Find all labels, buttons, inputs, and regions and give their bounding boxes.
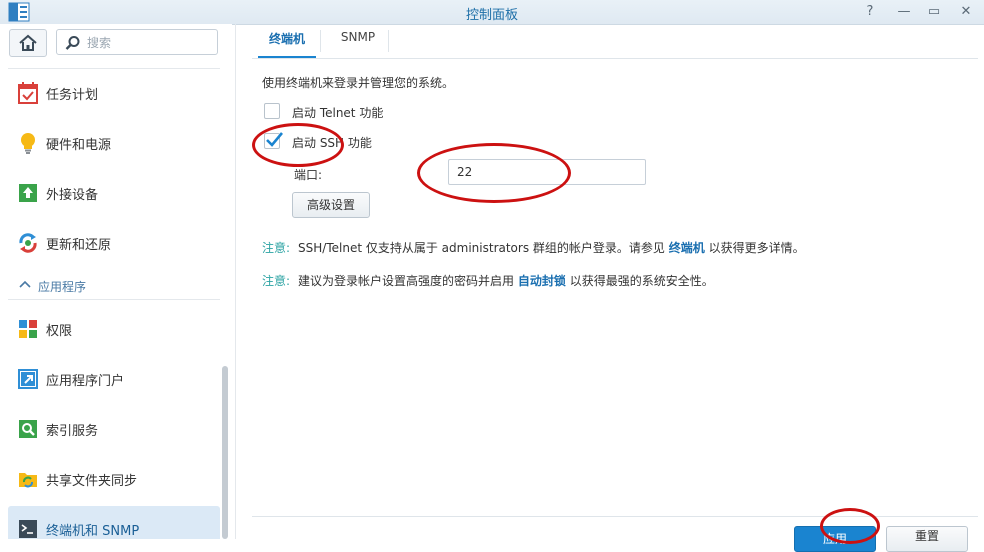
sidebar-item-label: 任务计划 <box>46 88 99 103</box>
main-content: 使用终端机来登录并管理您的系统。 启动 Telnet 功能 启动 SSH 功能 … <box>252 58 978 538</box>
note-tail: 以获得更多详情。 <box>708 241 805 255</box>
sidebar-item-label: 硬件和电源 <box>46 138 112 153</box>
tab-terminal[interactable]: 终端机 <box>258 30 316 58</box>
sidebar-scrollbar-thumb[interactable] <box>222 366 228 539</box>
sidebar-item-label: 应用程序门户 <box>46 374 125 389</box>
note-text: 建议为登录帐户设置高强度的密码并启用 <box>298 274 515 288</box>
app-portal-icon <box>18 369 38 389</box>
sidebar-item-terminal-snmp[interactable]: 终端机和 SNMP <box>8 506 220 539</box>
checkmark-icon <box>266 132 283 147</box>
maximize-button[interactable]: ▭ <box>924 2 944 22</box>
sidebar-divider <box>8 68 220 69</box>
tab-snmp[interactable]: SNMP <box>328 30 388 52</box>
ssh-checkbox[interactable] <box>264 132 283 149</box>
search-icon <box>65 36 80 50</box>
terminal-icon <box>19 520 37 538</box>
section-description: 使用终端机来登录并管理您的系统。 <box>262 76 455 90</box>
sidebar-item-indexing-service[interactable]: 索引服务 <box>8 406 220 452</box>
sidebar-item-label: 索引服务 <box>46 424 99 439</box>
telnet-checkbox[interactable] <box>264 103 280 119</box>
note-password-security: 注意: 建议为登录帐户设置高强度的密码并启用 自动封锁 以获得最强的系统安全性。 <box>262 272 714 289</box>
folder-sync-icon <box>19 473 37 488</box>
sidebar-item-external-devices[interactable]: 外接设备 <box>8 170 220 216</box>
external-device-icon <box>19 184 37 202</box>
apply-button[interactable]: 应用 <box>794 526 876 552</box>
ssh-label: 启动 SSH 功能 <box>292 136 372 150</box>
help-button[interactable]: ? <box>860 2 880 22</box>
sidebar-item-update-restore[interactable]: 更新和还原 <box>8 220 220 266</box>
home-button[interactable] <box>9 29 47 57</box>
update-restore-icon <box>19 233 37 253</box>
sidebar-item-hardware-power[interactable]: 硬件和电源 <box>8 120 220 166</box>
sidebar-item-label: 更新和还原 <box>46 238 112 253</box>
sidebar-item-privileges[interactable]: 权限 <box>8 306 220 352</box>
note-key: 注意: <box>262 274 291 288</box>
section-label: 应用程序 <box>38 280 87 294</box>
tab-bar: 终端机 SNMP <box>252 24 978 59</box>
chevron-up-icon <box>19 280 31 288</box>
sidebar-item-shared-folder-sync[interactable]: 共享文件夹同步 <box>8 456 220 502</box>
telnet-label: 启动 Telnet 功能 <box>292 106 384 120</box>
sidebar-item-label: 权限 <box>46 324 73 339</box>
sidebar-item-label: 共享文件夹同步 <box>46 474 138 489</box>
note-tail: 以获得最强的系统安全性。 <box>569 274 714 288</box>
port-label: 端口: <box>294 168 323 182</box>
note-text: SSH/Telnet 仅支持从属于 administrators 群组的帐户登录… <box>298 241 665 255</box>
privileges-icon <box>19 320 37 338</box>
indexing-icon <box>19 420 37 438</box>
footer-divider <box>252 516 978 517</box>
sidebar: 任务计划 硬件和电源 外接设备 更新和还原 应用程序 <box>0 24 232 539</box>
tab-separator <box>388 30 389 52</box>
window-title: 控制面板 <box>465 8 518 23</box>
search-field[interactable] <box>56 29 218 55</box>
tab-separator <box>320 30 321 52</box>
note-ssh-admin: 注意: SSH/Telnet 仅支持从属于 administrators 群组的帐… <box>262 239 805 256</box>
close-button[interactable]: ✕ <box>956 2 976 22</box>
sidebar-item-label: 外接设备 <box>46 188 99 203</box>
auto-block-link[interactable]: 自动封锁 <box>518 274 566 288</box>
lightbulb-icon <box>21 133 35 154</box>
port-input[interactable] <box>448 159 646 185</box>
task-schedule-icon <box>18 82 38 104</box>
note-key: 注意: <box>262 241 291 255</box>
sidebar-item-application-portal[interactable]: 应用程序门户 <box>8 356 220 402</box>
section-applications[interactable]: 应用程序 <box>8 275 220 300</box>
reset-button[interactable]: 重置 <box>886 526 968 552</box>
home-icon <box>19 34 37 51</box>
search-input[interactable] <box>85 34 209 52</box>
terminal-help-link[interactable]: 终端机 <box>669 241 705 255</box>
panel-divider <box>235 24 236 539</box>
advanced-settings-button[interactable]: 高级设置 <box>292 192 370 218</box>
minimize-button[interactable]: — <box>894 2 914 22</box>
title-bar: 控制面板 ? — ▭ ✕ <box>0 0 984 25</box>
sidebar-item-label: 终端机和 SNMP <box>46 524 140 539</box>
sidebar-item-task-scheduler[interactable]: 任务计划 <box>8 70 220 116</box>
